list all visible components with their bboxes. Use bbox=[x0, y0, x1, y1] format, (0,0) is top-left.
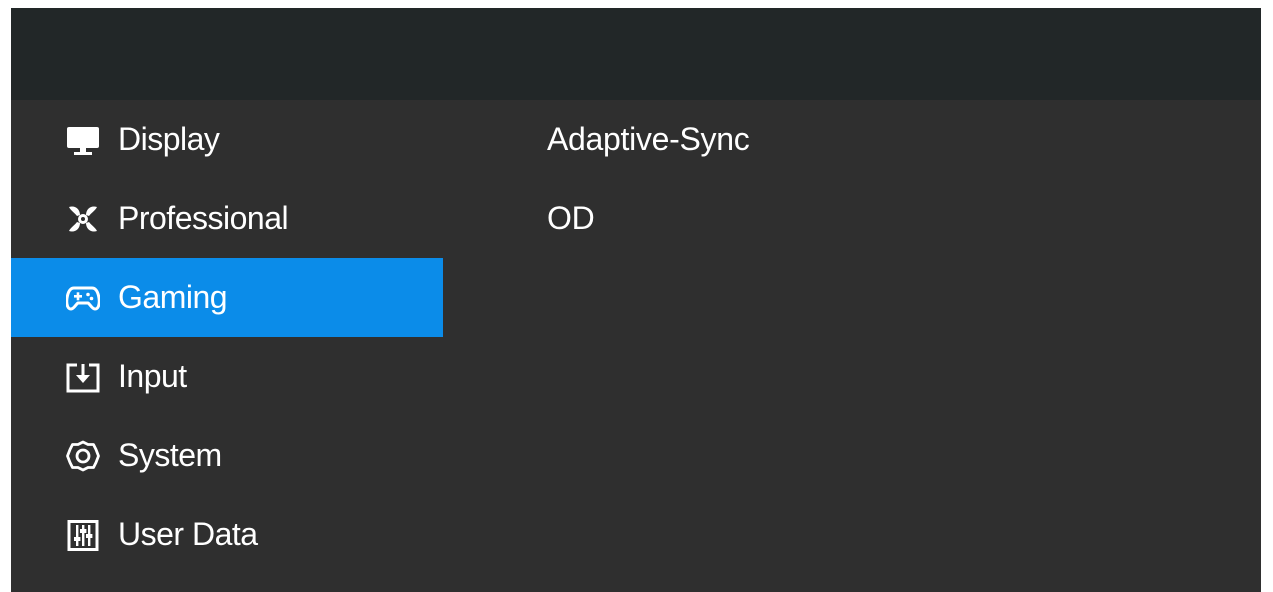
gamepad-icon bbox=[65, 280, 101, 316]
menu-item-professional[interactable]: Professional bbox=[11, 179, 443, 258]
input-arrow-icon bbox=[65, 359, 101, 395]
menu-item-user-data[interactable]: User Data bbox=[11, 495, 443, 574]
main-menu: Display Professional Gaming Input System… bbox=[11, 100, 443, 592]
gaming-submenu: Adaptive-Sync OD bbox=[443, 100, 1261, 592]
sliders-icon bbox=[65, 517, 101, 553]
menu-item-label: Display bbox=[118, 121, 220, 157]
submenu-item-adaptive-sync[interactable]: Adaptive-Sync bbox=[547, 100, 750, 179]
gear-icon bbox=[65, 438, 101, 474]
osd-menu: Display Professional Gaming Input System… bbox=[11, 8, 1261, 592]
menu-item-display[interactable]: Display bbox=[11, 100, 443, 179]
menu-item-input[interactable]: Input bbox=[11, 337, 443, 416]
menu-item-label: Gaming bbox=[118, 279, 228, 315]
pinwheel-icon bbox=[65, 201, 101, 237]
menu-item-label: User Data bbox=[118, 516, 258, 552]
monitor-icon bbox=[65, 122, 101, 158]
menu-item-label: Input bbox=[118, 358, 187, 394]
menu-item-label: Professional bbox=[118, 200, 289, 236]
menu-header-bar bbox=[11, 8, 1261, 100]
menu-item-label: System bbox=[118, 437, 222, 473]
menu-item-gaming[interactable]: Gaming bbox=[11, 258, 443, 337]
menu-item-system[interactable]: System bbox=[11, 416, 443, 495]
submenu-item-od[interactable]: OD bbox=[547, 179, 595, 258]
